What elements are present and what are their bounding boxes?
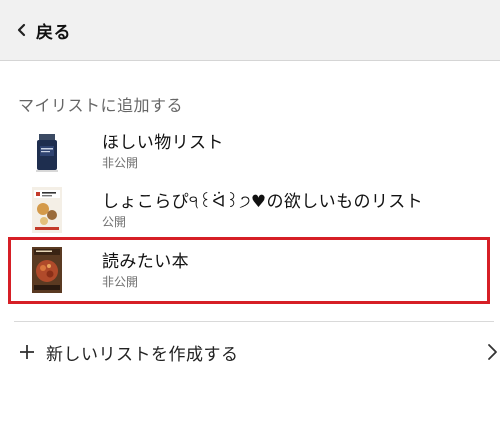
back-label: 戻る [36, 22, 71, 43]
cookbook-cover-thumbnail [32, 247, 62, 293]
header-bar: 戻る [0, 0, 500, 61]
list-name: しょこらぴ੧꒰ᐛ꒱੭♥︎の欲しいものリスト [102, 191, 424, 212]
section-title: マイリストに追加する [18, 96, 184, 115]
list-name: ほしい物リスト [102, 132, 224, 153]
book-cover-thumbnail [32, 187, 62, 233]
create-list-label: 新しいリストを作成する [46, 344, 239, 365]
chevron-left-icon [17, 23, 26, 37]
list-visibility: 非公開 [102, 274, 139, 289]
list-name: 読みたい本 [102, 251, 189, 272]
list-item-shokorapi[interactable]: しょこらぴ੧꒰ᐛ꒱੭♥︎の欲しいものリスト 公開 [20, 183, 490, 237]
list-item-wishlist[interactable]: ほしい物リスト 非公開 [20, 124, 490, 178]
list-visibility: 公開 [102, 214, 127, 229]
divider [14, 321, 494, 322]
list-item-want-to-read[interactable]: 読みたい本 非公開 [20, 243, 490, 297]
chevron-right-icon [488, 344, 497, 360]
create-new-list-button[interactable]: 新しいリストを作成する [14, 332, 500, 372]
product-bottle-thumbnail [32, 128, 62, 174]
back-button[interactable]: 戻る [16, 18, 71, 43]
list-visibility: 非公開 [102, 155, 139, 170]
plus-icon [20, 345, 34, 359]
